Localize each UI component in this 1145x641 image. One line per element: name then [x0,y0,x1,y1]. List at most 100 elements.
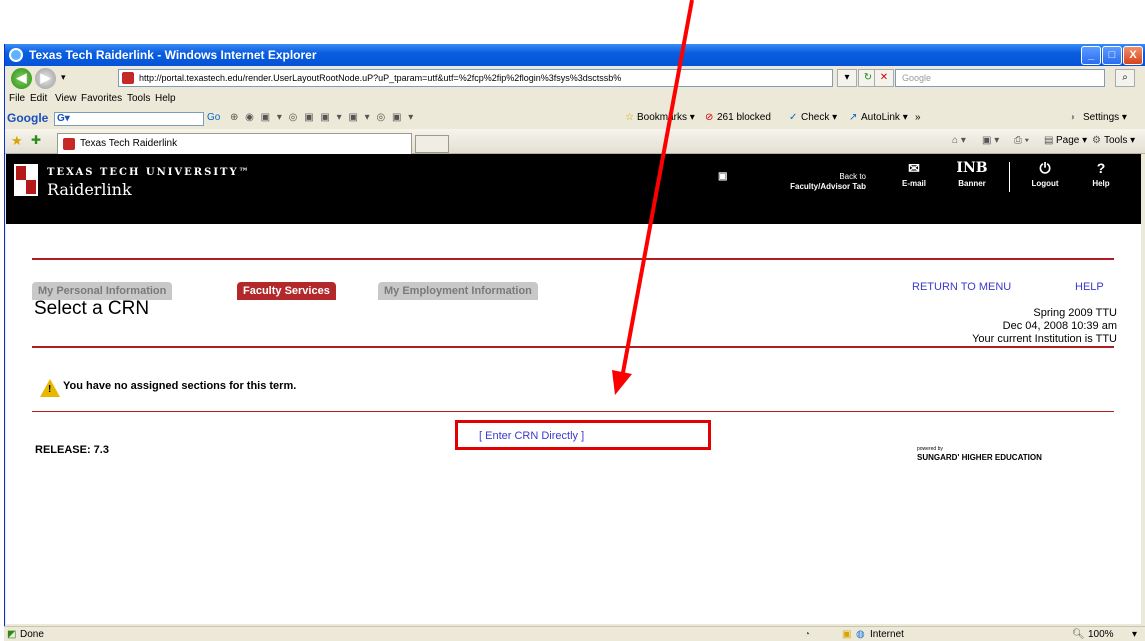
zone-warning-icon: ▣ [842,629,852,640]
autolink-button[interactable]: AutoLink ▾ [861,107,908,129]
stop-button[interactable]: ✕ [874,69,894,87]
portal-name: Raiderlink [47,180,132,199]
tools-gear-icon: ⚙ [1092,135,1101,146]
back-tab-icon[interactable]: ▣ [718,172,727,182]
raiderlink-header: TEXAS TECH UNIVERSITY™ Raiderlink ▣ Back… [6,154,1141,224]
maximize-button[interactable]: □ [1102,46,1122,65]
sungard-logo: SUNGARD' HIGHER EDUCATION [917,453,1042,462]
highlight-box [455,420,711,450]
autolink-icon: ↗ [849,112,858,123]
zoom-level[interactable]: 100% [1088,627,1114,641]
menu-view[interactable]: View [55,91,77,107]
google-logo: Google [7,111,49,125]
help-icon: ? [1096,160,1106,176]
settings-button[interactable]: Settings ▾ [1083,107,1127,129]
warning-exclamation-icon: ! [48,384,52,395]
university-name: TEXAS TECH UNIVERSITY™ [47,167,251,178]
page-title: Select a CRN [34,298,150,319]
check-button[interactable]: Check ▾ [801,107,837,129]
settings-icon: ◑ [1069,112,1076,123]
powered-by-label: powered by [917,446,943,452]
home-icon[interactable]: ⌂ ▾ [952,131,966,151]
return-to-menu-link[interactable]: RETURN TO MENU [912,281,1011,293]
zone-label: Internet [870,629,904,640]
logout-link[interactable]: ⏻ Logout [1023,160,1067,189]
command-bar: ⌂ ▾ ▣ ▾ ⎙ ▾ ▤ Page ▾ ⚙ Tools ▾ [946,131,1145,151]
address-dropdown-button[interactable]: ▾ [837,69,857,87]
window-title: Texas Tech Raiderlink - Windows Internet… [29,48,317,62]
spellcheck-icon: ✓ [789,112,798,123]
favorites-star-icon[interactable]: ★ [11,133,23,149]
google-toolbar: Google G▾ Go ⊕ ◉ ▣ ▾ ◎ ▣ ▣ ▾ ▣ ▾ ◎ ▣ ▾ ☆… [5,107,1145,129]
back-button[interactable]: ◀ [11,68,32,89]
bookmarks-button[interactable]: Bookmarks ▾ [637,107,695,129]
tab-my-employment-information[interactable]: My Employment Information [378,282,538,300]
tools-menu-button[interactable]: Tools ▾ [1104,131,1135,151]
menu-favorites[interactable]: Favorites [81,91,122,107]
bookmarks-star-icon: ☆ [625,112,634,123]
security-icon: ◔ [804,629,811,640]
menu-tools[interactable]: Tools [127,91,150,107]
title-bar: Texas Tech Raiderlink - Windows Internet… [5,44,1145,66]
popup-blocker-icon: ⊘ [705,112,714,123]
banner-label: Banner [958,179,986,188]
menu-file[interactable]: File [9,91,25,107]
new-tab-button[interactable] [415,135,449,153]
term-label: Spring 2009 TTU [1033,307,1117,319]
internet-zone-icon: ◍ [856,629,865,640]
section-divider-top [32,346,1114,348]
popup-blocked-count[interactable]: 261 blocked [717,107,771,129]
no-sections-message: You have no assigned sections for this t… [63,380,297,392]
google-go-button[interactable]: Go [207,107,220,129]
minimize-button[interactable]: _ [1081,46,1101,65]
menu-bar: File Edit View Favorites Tools Help [5,91,1145,107]
tab-row: ★ ✚ Texas Tech Raiderlink ⌂ ▾ ▣ ▾ ⎙ ▾ ▤ … [5,129,1145,154]
search-input[interactable]: Google [895,69,1105,87]
ttu-seal-icon [14,164,38,196]
toolbar-icons-strip[interactable]: ⊕ ◉ ▣ ▾ ◎ ▣ ▣ ▾ ▣ ▾ ◎ ▣ ▾ [230,107,415,129]
page-done-icon: ◩ [7,629,17,640]
back-to-label: Back to [839,172,866,181]
site-favicon-icon [122,72,134,84]
address-toolbar: ◀ ▶ ▾ http://portal.texastech.edu/render… [5,66,1145,91]
more-tools-button[interactable]: » [915,107,921,129]
help-header-link[interactable]: ? Help [1079,160,1123,189]
zoom-dropdown-icon[interactable]: ▾ [1132,627,1137,641]
header-divider [1009,162,1010,192]
tab-favicon-icon [63,138,75,150]
menu-edit[interactable]: Edit [30,91,47,107]
logout-icon: ⏻ [1039,160,1051,176]
status-bar: ◩ Done ◔ ▣ ◍ Internet 🔍︎ 100% ▾ [4,626,1145,641]
help-header-label: Help [1092,179,1110,188]
zoom-icon: 🔍︎ [1072,629,1085,640]
browser-tab-title: Texas Tech Raiderlink [80,138,178,149]
browser-tab[interactable]: Texas Tech Raiderlink [57,133,412,154]
print-icon[interactable]: ⎙ ▾ [1014,131,1029,151]
email-label: E-mail [901,179,926,188]
email-link[interactable]: ✉ E-mail [896,160,932,189]
screenshot-root: Texas Tech Raiderlink - Windows Internet… [0,0,1145,641]
tab-underline [32,258,1114,260]
add-favorite-icon[interactable]: ✚ [31,133,41,147]
back-to-faculty-link[interactable]: Back to Faculty/Advisor Tab [744,172,866,192]
inb-banner-link[interactable]: INB Banner [950,160,994,189]
google-search-input[interactable]: G▾ [54,112,204,126]
help-link[interactable]: HELP [1075,281,1104,293]
release-label: RELEASE: 7.3 [35,444,109,456]
faculty-advisor-tab-label: Faculty/Advisor Tab [790,182,866,191]
ie-logo-icon [9,48,23,62]
inb-logo: INB [956,160,988,176]
address-input[interactable]: http://portal.texastech.edu/render.UserL… [118,69,833,87]
page-menu-button[interactable]: Page ▾ [1056,131,1087,151]
address-url: http://portal.texastech.edu/render.UserL… [139,73,622,83]
forward-button[interactable]: ▶ [35,68,56,89]
menu-help[interactable]: Help [155,91,176,107]
search-button[interactable]: ⌕ [1115,69,1135,87]
close-button[interactable]: X [1123,46,1143,65]
email-icon: ✉ [908,160,920,176]
tab-faculty-services[interactable]: Faculty Services [237,282,336,300]
page-icon: ▤ [1044,135,1054,146]
logout-label: Logout [1031,179,1059,188]
history-dropdown-icon[interactable]: ▾ [61,72,66,83]
feeds-icon[interactable]: ▣ ▾ [982,131,999,151]
